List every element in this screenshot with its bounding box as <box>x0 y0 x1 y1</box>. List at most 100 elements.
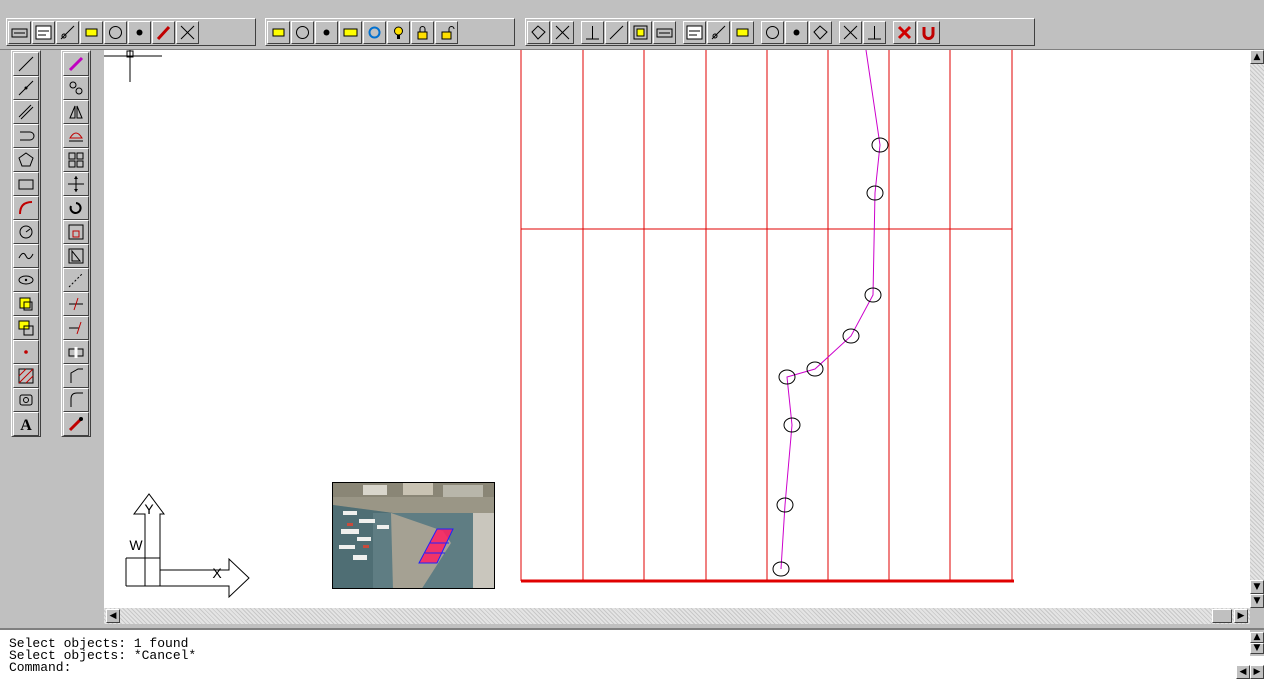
scroll-left-button[interactable]: ◀ <box>106 609 120 623</box>
layer-bulb-icon[interactable] <box>387 20 410 44</box>
command-prompt[interactable]: Command: <box>0 661 1264 674</box>
vertical-scroll-track[interactable] <box>1250 64 1264 584</box>
scroll-down-button[interactable]: ▼ <box>1250 580 1264 594</box>
layer-unlock-icon[interactable] <box>435 20 458 44</box>
snap-endpoint-icon[interactable] <box>551 20 574 44</box>
command-scrollbar[interactable]: ▲ ▼ <box>1250 630 1264 656</box>
construction-line-icon[interactable] <box>13 76 39 100</box>
snap-quadrant-icon[interactable] <box>707 20 730 44</box>
scroll-down-button-2[interactable]: ▼ <box>1250 594 1264 608</box>
circle-icon[interactable] <box>13 220 39 244</box>
command-scroll-right-button[interactable]: ▶ <box>1250 665 1264 679</box>
polygon-icon[interactable] <box>13 148 39 172</box>
command-hscroll[interactable]: ◀ ▶ <box>1164 665 1264 679</box>
move-icon-glyph <box>68 176 84 192</box>
snap-insert-icon[interactable] <box>785 20 808 44</box>
snap-magnet-icon-glyph <box>922 26 935 40</box>
snap-node-icon[interactable] <box>809 20 832 44</box>
text-spell-icon-glyph <box>85 28 98 36</box>
layer-freeze-icon[interactable] <box>339 20 362 44</box>
command-scroll-up-button[interactable]: ▲ <box>1250 632 1264 643</box>
snap-midpoint-icon[interactable] <box>581 20 604 44</box>
spline-icon-glyph <box>18 252 34 260</box>
rotate-icon[interactable] <box>63 196 89 220</box>
snap-endpoint-icon-glyph <box>555 25 570 39</box>
text-edit-icon[interactable] <box>32 20 55 44</box>
scale-icon[interactable] <box>63 220 89 244</box>
snap-apparent-icon[interactable] <box>629 20 652 44</box>
harbor-photo <box>332 482 495 589</box>
layer-snow-icon[interactable] <box>363 20 386 44</box>
multiline-text-icon[interactable]: A <box>13 412 39 436</box>
snap-tracking-icon[interactable] <box>527 20 550 44</box>
chamfer-icon[interactable] <box>63 364 89 388</box>
insert-block-icon[interactable] <box>13 292 39 316</box>
offset-icon-glyph <box>69 132 83 142</box>
copy-icon[interactable] <box>63 76 89 100</box>
lengthen-icon-glyph <box>68 272 84 288</box>
erase-icon[interactable] <box>63 52 89 76</box>
explode-icon[interactable] <box>63 412 89 436</box>
command-scroll-down-button[interactable]: ▼ <box>1250 643 1264 654</box>
array-icon[interactable] <box>63 148 89 172</box>
layer-lock-icon[interactable] <box>411 20 434 44</box>
layer-icon[interactable] <box>267 20 290 44</box>
rectangle-icon[interactable] <box>13 172 39 196</box>
profile-markers <box>772 137 889 577</box>
layer-props-icon[interactable] <box>315 20 338 44</box>
snap-perpendicular-icon[interactable] <box>761 20 784 44</box>
snap-center-icon-glyph <box>686 25 703 39</box>
layer-state-icon[interactable] <box>291 20 314 44</box>
text-font-icon[interactable] <box>104 20 127 44</box>
scroll-up-button[interactable]: ▲ <box>1250 50 1264 64</box>
text-style-icon[interactable] <box>8 20 31 44</box>
fillet-icon[interactable] <box>63 388 89 412</box>
top-toolbar <box>0 12 1264 50</box>
snap-magnet-icon[interactable] <box>917 20 940 44</box>
stretch-icon[interactable] <box>63 244 89 268</box>
snap-none-icon[interactable] <box>893 20 916 44</box>
fillet-icon-glyph <box>70 392 83 407</box>
text-shield-icon[interactable] <box>176 20 199 44</box>
command-window[interactable]: Select objects: 1 found Select objects: … <box>0 628 1264 679</box>
multiline-icon[interactable] <box>13 100 39 124</box>
drawing-canvas[interactable]: Y W X <box>104 49 1250 608</box>
line-icon[interactable] <box>13 52 39 76</box>
lengthen-icon[interactable] <box>63 268 89 292</box>
spline-icon[interactable] <box>13 244 39 268</box>
command-scroll-left-button[interactable]: ◀ <box>1236 665 1250 679</box>
offset-icon[interactable] <box>63 124 89 148</box>
mirror-icon[interactable] <box>63 100 89 124</box>
hatch-icon[interactable] <box>13 364 39 388</box>
copy-icon-glyph <box>69 81 83 95</box>
text-find-icon[interactable] <box>128 20 151 44</box>
snap-intersection-icon-glyph <box>609 25 624 39</box>
snap-center-icon[interactable] <box>683 20 706 44</box>
ellipse-icon[interactable] <box>13 268 39 292</box>
arc-icon[interactable] <box>13 196 39 220</box>
vertical-scrollbar[interactable]: ▲ ▼ ▼ <box>1250 50 1264 608</box>
snap-tangent-icon[interactable] <box>731 20 754 44</box>
text-paint-icon[interactable] <box>152 20 175 44</box>
snap-intersection-icon[interactable] <box>605 20 628 44</box>
horizontal-scrollbar[interactable]: ◀ ▶ <box>104 608 1250 624</box>
make-block-icon[interactable] <box>13 316 39 340</box>
scroll-thumb[interactable] <box>1212 609 1232 623</box>
snap-nearest-icon[interactable] <box>839 20 862 44</box>
drawing-svg: Y W X <box>104 49 1014 599</box>
layer-icon-glyph <box>272 28 285 36</box>
extend-icon[interactable] <box>63 316 89 340</box>
text-shield-icon-glyph <box>180 25 195 39</box>
polyline-icon[interactable] <box>13 124 39 148</box>
trim-icon[interactable] <box>63 292 89 316</box>
line-icon-glyph <box>18 56 34 72</box>
point-icon[interactable] <box>13 340 39 364</box>
scroll-right-button[interactable]: ▶ <box>1234 609 1248 623</box>
snap-extension-icon[interactable] <box>653 20 676 44</box>
region-icon[interactable] <box>13 388 39 412</box>
break-icon[interactable] <box>63 340 89 364</box>
text-align-icon[interactable] <box>56 20 79 44</box>
move-icon[interactable] <box>63 172 89 196</box>
snap-quick-icon[interactable] <box>863 20 886 44</box>
text-spell-icon[interactable] <box>80 20 103 44</box>
